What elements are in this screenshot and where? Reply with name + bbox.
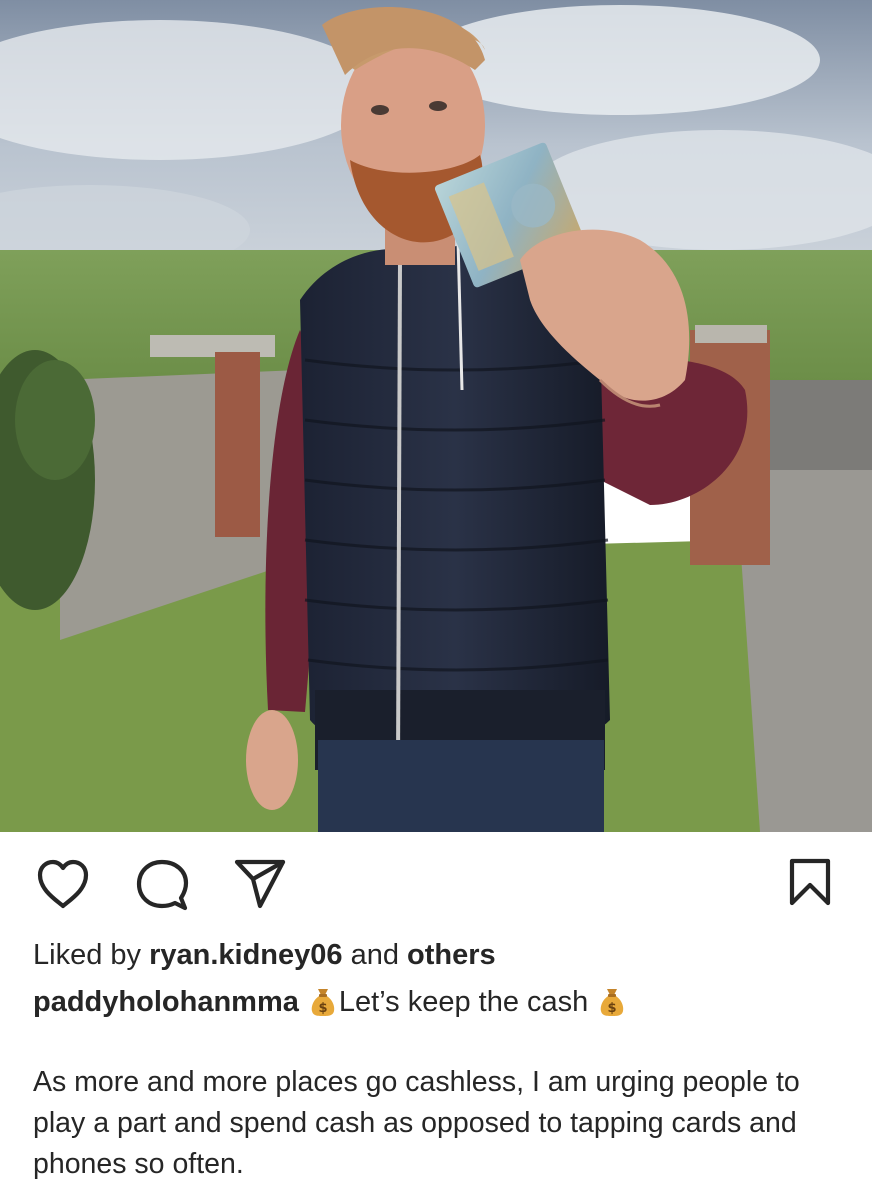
post-photo-image [0, 0, 872, 832]
heart-icon[interactable] [36, 858, 90, 910]
svg-text:$: $ [318, 1001, 327, 1016]
post-photo[interactable] [0, 0, 872, 832]
likes-prefix: Liked by [33, 939, 142, 971]
likes-summary: Liked by ryan.kidney06 and others [33, 936, 496, 974]
comment-icon[interactable] [135, 858, 189, 912]
share-icon[interactable] [233, 858, 287, 910]
caption-line: paddyholohanmma $ Let’s keep the cash $ [33, 982, 628, 1028]
money-bag-icon: $ [310, 987, 336, 1028]
money-bag-icon: $ [599, 987, 625, 1028]
liker-username-link[interactable]: ryan.kidney06 [149, 939, 342, 971]
instagram-post: Liked by ryan.kidney06 and others paddyh… [0, 0, 872, 1200]
likes-others-link[interactable]: others [407, 939, 496, 971]
action-bar [0, 832, 872, 932]
author-username-link[interactable]: paddyholohanmma [33, 986, 299, 1018]
svg-text:$: $ [608, 1001, 617, 1016]
likes-middle: and [350, 939, 399, 971]
bookmark-icon[interactable] [788, 857, 832, 907]
caption-text: Let’s keep the cash [338, 986, 589, 1018]
caption-body: As more and more places go cashless, I a… [33, 1066, 800, 1180]
